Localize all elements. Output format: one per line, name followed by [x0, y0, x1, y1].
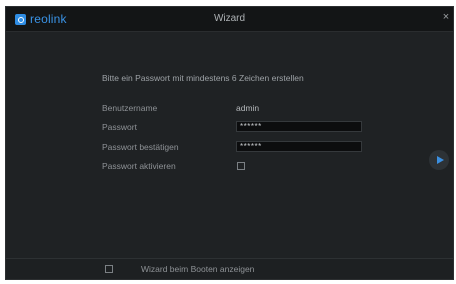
enable-password-checkbox[interactable]	[237, 162, 245, 170]
username-value: admin	[236, 103, 260, 113]
username-label: Benutzername	[102, 103, 158, 113]
instruction-text: Bitte ein Passwort mit mindestens 6 Zeic…	[102, 73, 304, 83]
title-bar: reolink Wizard ×	[6, 7, 453, 32]
footer-bar: Wizard beim Booten anzeigen	[6, 258, 453, 279]
next-button[interactable]	[429, 150, 449, 170]
confirm-password-field[interactable]: ******	[236, 141, 362, 152]
close-icon[interactable]: ×	[441, 11, 451, 23]
wizard-window: reolink Wizard × Bitte ein Passwort mit …	[5, 6, 454, 280]
password-label: Passwort	[102, 122, 137, 132]
password-row: Passwort ******	[102, 121, 372, 133]
confirm-password-row: Passwort bestätigen ******	[102, 141, 372, 153]
show-on-boot-checkbox[interactable]	[105, 265, 113, 273]
password-field[interactable]: ******	[236, 121, 362, 132]
confirm-password-label: Passwort bestätigen	[102, 142, 179, 152]
enable-password-label: Passwort aktivieren	[102, 161, 176, 171]
username-row: Benutzername admin	[102, 102, 372, 114]
show-on-boot-label: Wizard beim Booten anzeigen	[141, 264, 255, 274]
window-title: Wizard	[213, 13, 246, 24]
enable-password-row: Passwort aktivieren	[102, 160, 372, 172]
